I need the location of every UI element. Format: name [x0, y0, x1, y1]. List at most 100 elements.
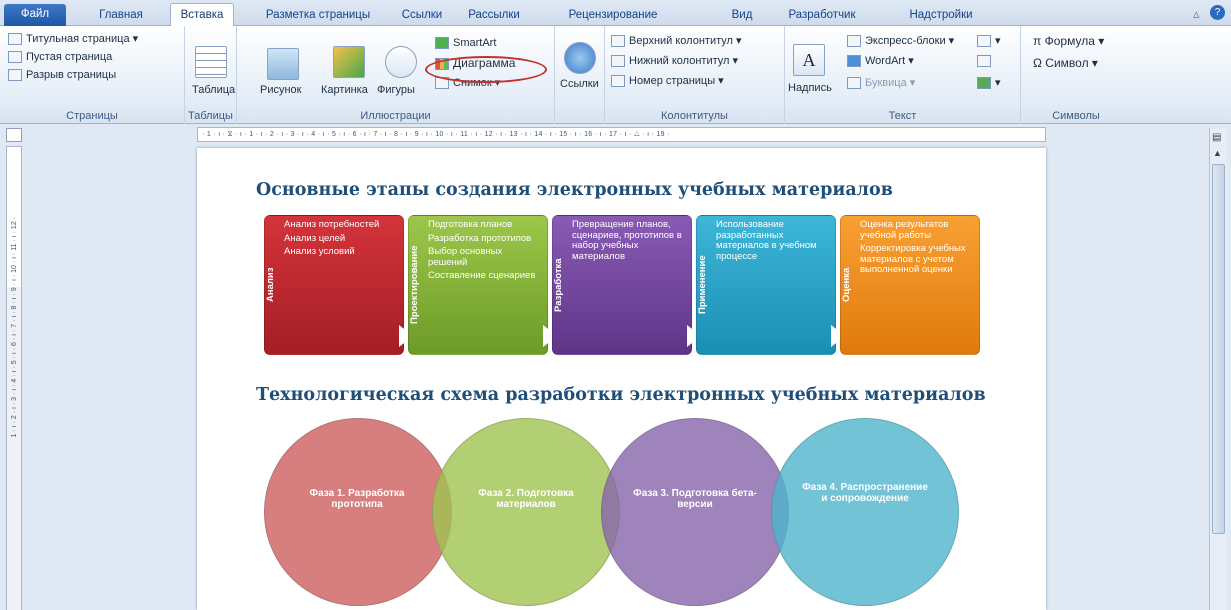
- clipart-icon[interactable]: [333, 46, 365, 78]
- header-icon: [611, 35, 625, 48]
- group-symbols-label: Символы: [1052, 110, 1100, 122]
- clipart-button[interactable]: Картинка: [321, 84, 368, 96]
- wordart-button[interactable]: WordArt ▾: [847, 54, 914, 68]
- wordart-label: WordArt ▾: [865, 55, 914, 67]
- page-number-icon: [611, 75, 625, 88]
- phase-label-4: Фаза 4. Распространение и сопровождение: [802, 482, 928, 504]
- vertical-scrollbar[interactable]: ▤ ▲: [1209, 128, 1227, 610]
- tab-references[interactable]: Ссылки: [394, 6, 450, 26]
- phase-circle-3[interactable]: [601, 418, 789, 606]
- phase-circle-2[interactable]: [432, 418, 620, 606]
- group-symbols: π Формула ▾ Ω Символ ▾ Символы: [1021, 26, 1131, 124]
- process-bullet: Анализ потребностей: [284, 219, 380, 230]
- group-links: Ссылки: [555, 26, 605, 124]
- process-box-design[interactable]: Проектирование Подготовка планов Разработ…: [408, 215, 548, 355]
- header-button[interactable]: Верхний колонтитул ▾: [611, 34, 742, 48]
- tab-page-layout[interactable]: Разметка страницы: [254, 6, 382, 26]
- object-icon[interactable]: ▾: [977, 76, 1001, 90]
- smartart-button[interactable]: SmartArt: [435, 36, 496, 50]
- tab-addins[interactable]: Надстройки: [896, 6, 986, 26]
- dropcap-button[interactable]: Буквица ▾: [847, 76, 915, 90]
- process-title-analysis: Анализ: [265, 267, 276, 303]
- shapes-icon[interactable]: [385, 46, 417, 78]
- symbol-button[interactable]: Ω Символ ▾: [1033, 56, 1098, 70]
- page-break-label: Разрыв страницы: [26, 69, 117, 81]
- process-bullet: Анализ целей: [284, 232, 346, 244]
- group-pages: Титульная страница ▾ Пустая страница Раз…: [0, 26, 185, 124]
- quickparts-label: Экспресс-блоки ▾: [865, 35, 955, 47]
- links-button[interactable]: Ссылки: [560, 78, 599, 90]
- vertical-ruler[interactable]: 1 · ı · 2 · ı · 3 · ı · 4 · ı · 5 · ı · …: [6, 146, 22, 610]
- shapes-button[interactable]: Фигуры: [377, 84, 415, 96]
- tab-insert[interactable]: Вставка: [170, 3, 234, 27]
- phase-circle-1[interactable]: [264, 418, 452, 606]
- tab-mailings[interactable]: Рассылки: [458, 6, 530, 26]
- tab-review[interactable]: Рецензирование: [552, 6, 674, 26]
- links-icon[interactable]: [564, 42, 596, 74]
- picture-icon[interactable]: [267, 48, 299, 80]
- ribbon: Титульная страница ▾ Пустая страница Раз…: [0, 26, 1231, 124]
- phase-circle-4[interactable]: [771, 418, 959, 606]
- process-box-evaluation[interactable]: Оценка Оценка результатов учебной работы…: [840, 215, 980, 355]
- cover-page-button[interactable]: Титульная страница ▾: [8, 32, 138, 46]
- textbox-button[interactable]: Надпись: [788, 82, 832, 94]
- process-bullet: Корректировка учебных материалов с учето…: [860, 243, 966, 275]
- phase-label-2: Фаза 2. Подготовка материалов: [478, 488, 574, 510]
- process-box-analysis[interactable]: Анализ Анализ потребностей Анализ целей Ан…: [264, 215, 404, 355]
- group-pages-label: Страницы: [66, 110, 118, 122]
- blank-page-icon: [8, 51, 22, 64]
- signature-line-icon[interactable]: ▾: [977, 34, 1001, 48]
- horizontal-ruler[interactable]: · 1 · ı · ⧖ · ı · 1 · ı · 2 · ı · 3 · ı …: [197, 127, 1046, 142]
- tab-developer[interactable]: Разработчик: [778, 6, 866, 26]
- tab-stop-selector[interactable]: [6, 128, 22, 142]
- cover-page-label: Титульная страница ▾: [26, 33, 139, 45]
- smartart-icon: [435, 37, 449, 50]
- quickparts-icon: [847, 35, 861, 48]
- blank-page-button[interactable]: Пустая страница: [8, 50, 112, 64]
- footer-icon: [611, 55, 625, 68]
- table-icon[interactable]: [195, 46, 227, 78]
- doc-heading-stages: Основные этапы создания электронных учеб…: [256, 180, 893, 200]
- formula-button[interactable]: π Формула ▾: [1033, 34, 1104, 48]
- picture-button[interactable]: Рисунок: [260, 84, 302, 96]
- group-text-label: Текст: [888, 110, 917, 122]
- process-bullet: Составление сценариев: [428, 270, 536, 281]
- phase-label-1: Фаза 1. Разработка прототипа: [309, 488, 405, 510]
- minimize-ribbon-icon[interactable]: ▵: [1193, 6, 1200, 22]
- phase-label-3: Фаза 3. Подготовка бета-версии: [633, 488, 757, 510]
- group-text: A Надпись Экспресс-блоки ▾ WordArt ▾ Бук…: [785, 26, 1021, 124]
- ribbon-tab-bar: Файл Главная Вставка Разметка страницы С…: [0, 0, 1231, 27]
- page-number-button[interactable]: Номер страницы ▾: [611, 74, 724, 88]
- process-bullet: Разработка прототипов: [428, 232, 532, 244]
- footer-label: Нижний колонтитул ▾: [629, 55, 739, 67]
- group-header-footer-label: Колонтитулы: [661, 110, 728, 122]
- scroll-up-icon[interactable]: ▲: [1213, 148, 1222, 158]
- word-window: Файл Главная Вставка Разметка страницы С…: [0, 0, 1231, 610]
- process-title-design: Проектирование: [409, 245, 420, 325]
- table-button[interactable]: Таблица: [192, 84, 235, 96]
- smartart-highlight-ellipse: [425, 56, 547, 83]
- page-break-icon: [8, 69, 22, 82]
- process-box-application[interactable]: Применение Использование разработанных м…: [696, 215, 836, 355]
- tab-view[interactable]: Вид: [724, 6, 760, 26]
- tab-file[interactable]: Файл: [4, 4, 66, 26]
- help-icon[interactable]: ?: [1210, 5, 1225, 20]
- process-bullet: Подготовка планов: [428, 219, 513, 230]
- quickparts-button[interactable]: Экспресс-блоки ▾: [847, 34, 954, 48]
- group-tables-label: Таблицы: [188, 110, 233, 122]
- vertical-scroll-thumb[interactable]: [1212, 164, 1225, 534]
- blank-page-label: Пустая страница: [26, 51, 113, 63]
- page-break-button[interactable]: Разрыв страницы: [8, 68, 116, 82]
- textbox-icon[interactable]: A: [793, 44, 825, 76]
- doc-heading-scheme: Технологическая схема разработки электро…: [256, 385, 986, 405]
- process-bullet: Выбор основных решений: [428, 246, 503, 268]
- date-time-icon[interactable]: [977, 54, 995, 68]
- footer-button[interactable]: Нижний колонтитул ▾: [611, 54, 738, 68]
- dropcap-label: Буквица ▾: [865, 77, 916, 89]
- process-box-development[interactable]: Разработка Превращение планов, сценариев…: [552, 215, 692, 355]
- header-label: Верхний колонтитул ▾: [629, 35, 742, 47]
- process-bullet: Анализ условий: [284, 246, 355, 257]
- ruler-toggle-icon[interactable]: ▤: [1212, 132, 1221, 143]
- tab-home[interactable]: Главная: [86, 6, 156, 26]
- page-number-label: Номер страницы ▾: [629, 75, 724, 87]
